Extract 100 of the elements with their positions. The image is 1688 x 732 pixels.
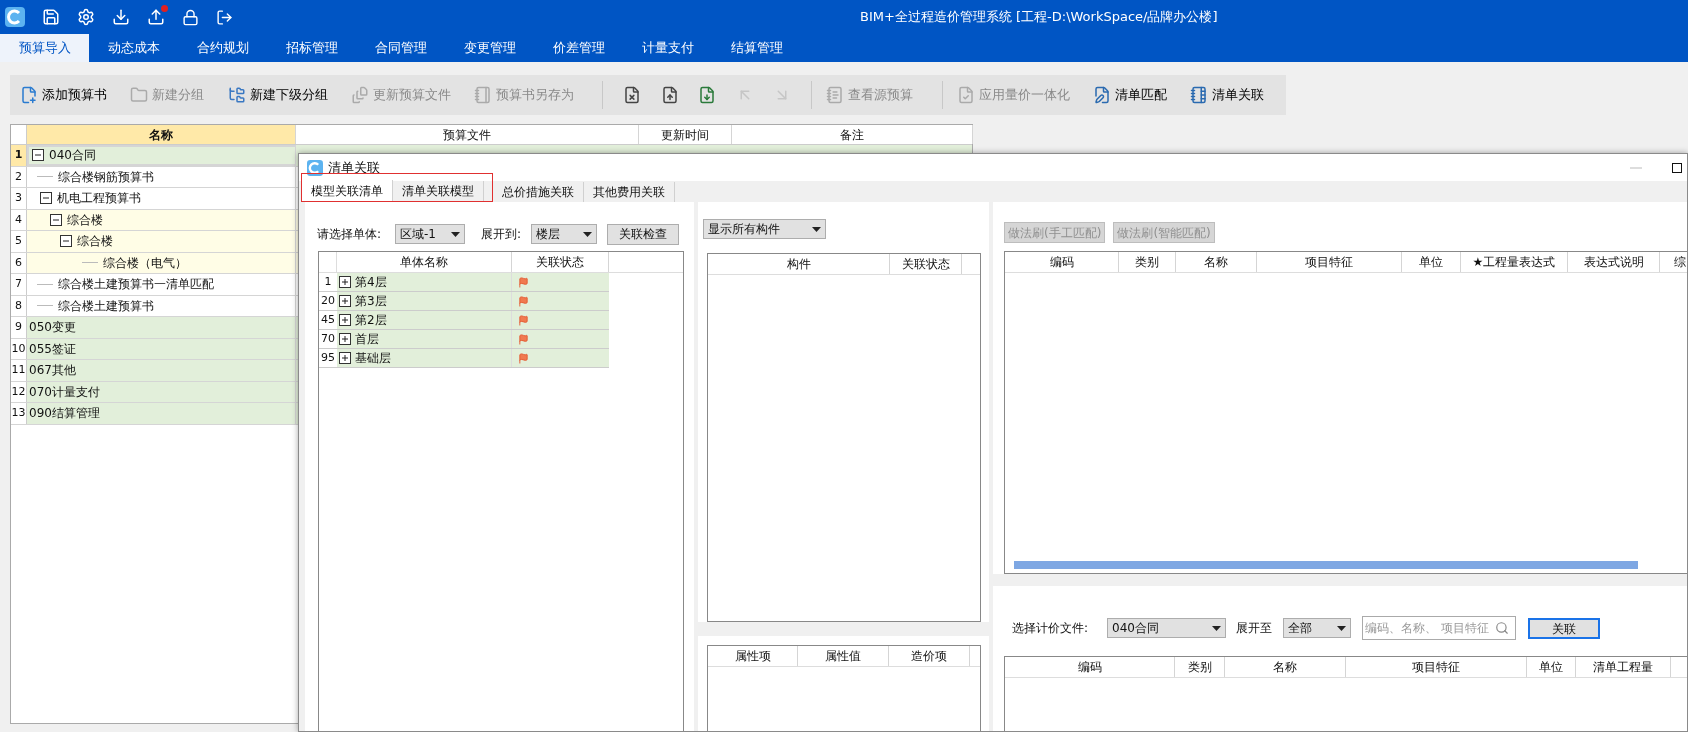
file-down-icon bbox=[698, 86, 717, 104]
tree-cell[interactable]: 050变更 bbox=[27, 317, 296, 338]
tree-label: 第3层 bbox=[355, 293, 387, 310]
toolbar-button[interactable]: 清单关联 bbox=[1185, 80, 1270, 110]
row-number: 11 bbox=[11, 360, 27, 381]
maximize-icon[interactable] bbox=[1672, 162, 1682, 173]
tree-cell[interactable]: 067其他 bbox=[27, 360, 296, 381]
dropdown[interactable]: 全部 bbox=[1283, 618, 1351, 638]
file-x-icon bbox=[623, 86, 642, 104]
tree-toggle[interactable] bbox=[339, 352, 351, 364]
menu-tab[interactable]: 合约规划 bbox=[178, 34, 267, 62]
menu-tab[interactable]: 预算导入 bbox=[0, 34, 89, 62]
upload-icon[interactable] bbox=[147, 8, 165, 26]
column-header: 属性值 bbox=[798, 646, 889, 666]
exit-icon[interactable] bbox=[216, 8, 233, 26]
caret-icon bbox=[1337, 625, 1346, 631]
tree-label: 070计量支付 bbox=[29, 383, 100, 401]
dialog-tab[interactable]: 模型关联清单 bbox=[302, 180, 393, 201]
file-check-icon bbox=[956, 86, 975, 104]
link-button[interactable]: 关联 bbox=[1528, 617, 1600, 639]
column-header: 项目特征 bbox=[1346, 657, 1527, 677]
row-number: 4 bbox=[11, 209, 27, 230]
folder-icon bbox=[129, 86, 148, 104]
tree-toggle[interactable] bbox=[339, 276, 351, 288]
notebook-icon bbox=[1189, 86, 1208, 104]
lock-icon[interactable] bbox=[182, 8, 199, 26]
row-number: 45 bbox=[319, 311, 337, 329]
menu-tab[interactable]: 价差管理 bbox=[534, 34, 623, 62]
row-number: 1 bbox=[11, 145, 27, 166]
plus-icon bbox=[341, 354, 349, 362]
tree-cell[interactable]: 070计量支付 bbox=[27, 381, 296, 402]
column-header: 名称 bbox=[27, 125, 296, 144]
row-number: 6 bbox=[11, 252, 27, 273]
menu-tab[interactable]: 结算管理 bbox=[712, 34, 801, 62]
dropdown[interactable]: 显示所有构件 bbox=[703, 219, 826, 239]
dropdown[interactable]: 楼层 bbox=[531, 224, 597, 244]
tree-toggle[interactable] bbox=[60, 235, 72, 248]
tree-toggle[interactable] bbox=[339, 295, 351, 307]
column-header: 类别 bbox=[1119, 252, 1176, 272]
tree-label: 综合楼 bbox=[77, 233, 113, 251]
menu-tab[interactable]: 动态成本 bbox=[89, 34, 178, 62]
menu-tab[interactable]: 合同管理 bbox=[356, 34, 445, 62]
tree-cell[interactable]: 综合楼钢筋预算书 bbox=[27, 166, 296, 187]
tree-label: 综合楼 bbox=[67, 211, 103, 229]
dropdown[interactable]: 040合同 bbox=[1107, 618, 1226, 638]
app-logo-icon bbox=[5, 7, 25, 27]
tree-label: 第4层 bbox=[355, 274, 387, 291]
tree-cell[interactable]: 055签证 bbox=[27, 338, 296, 359]
column-header: 单体名称 bbox=[337, 252, 512, 272]
row-number: 20 bbox=[319, 292, 337, 310]
tree-label: 综合楼土建预算书一清单匹配 bbox=[58, 276, 214, 294]
tree-cell[interactable]: 综合楼土建预算书一清单匹配 bbox=[27, 274, 296, 295]
check-button[interactable]: 关联检查 bbox=[607, 223, 679, 245]
row-number: 95 bbox=[319, 349, 337, 367]
save-icon[interactable] bbox=[42, 8, 60, 26]
column-header: 备注 bbox=[732, 125, 973, 144]
tree-cell[interactable]: 综合楼（电气） bbox=[27, 252, 296, 273]
tree-cell[interactable]: 综合楼 bbox=[27, 231, 296, 252]
row-number: 5 bbox=[11, 231, 27, 252]
tree-cell[interactable]: 综合楼 bbox=[27, 209, 296, 230]
dropdown[interactable]: 区域-1 bbox=[395, 224, 465, 244]
tree-cell[interactable]: 090结算管理 bbox=[27, 403, 296, 424]
search-field[interactable]: 编码、名称、 项目特征 bbox=[1362, 616, 1516, 640]
tree-cell[interactable]: 机电工程预算书 bbox=[27, 188, 296, 209]
column-header: ★工程量表达式 bbox=[1461, 252, 1568, 272]
toolbar-button[interactable]: 清单匹配 bbox=[1088, 80, 1170, 110]
plus-icon bbox=[341, 316, 349, 324]
tree-label: 第2层 bbox=[355, 312, 387, 329]
tree-cell[interactable]: 040合同 bbox=[27, 145, 296, 166]
menu-tab[interactable]: 计量支付 bbox=[623, 34, 712, 62]
tree-label: 基础层 bbox=[355, 350, 391, 367]
tree-label: 067其他 bbox=[29, 362, 76, 380]
window-title: BIM+全过程造价管理系统 [工程-D:\WorkSpace/品牌办公楼] bbox=[860, 8, 1218, 27]
column-header: 类别 bbox=[1175, 657, 1225, 677]
notebook-icon bbox=[473, 86, 492, 104]
download-icon[interactable] bbox=[112, 8, 130, 26]
tree-label: 050变更 bbox=[29, 319, 76, 337]
column-header: 编码 bbox=[1005, 657, 1175, 677]
menu-tab[interactable]: 招标管理 bbox=[267, 34, 356, 62]
tree-label: 首层 bbox=[355, 331, 379, 348]
tree-cell[interactable]: 综合楼土建预算书 bbox=[27, 295, 296, 316]
column-header: 清单工程量 bbox=[1576, 657, 1671, 677]
tree-toggle[interactable] bbox=[32, 149, 44, 162]
settings-icon[interactable] bbox=[77, 8, 95, 26]
tree-toggle[interactable] bbox=[339, 314, 351, 326]
tree-toggle[interactable] bbox=[40, 192, 52, 205]
column-header: 关联状态 bbox=[890, 254, 962, 274]
menu-tab[interactable]: 变更管理 bbox=[445, 34, 534, 62]
scrollbar[interactable] bbox=[1014, 561, 1638, 569]
toolbar-button[interactable]: 新建下级分组 bbox=[223, 80, 331, 110]
row-number: 70 bbox=[319, 330, 337, 348]
tree-toggle[interactable] bbox=[339, 333, 351, 345]
column-header: 更新时间 bbox=[639, 125, 732, 144]
column-header: 构件 bbox=[708, 254, 890, 274]
column-header: 名称 bbox=[1225, 657, 1346, 677]
file-plus-icon bbox=[20, 86, 38, 104]
tree-label: 综合楼土建预算书 bbox=[58, 297, 154, 315]
toolbar-button[interactable]: 添加预算书 bbox=[16, 80, 110, 110]
field-label: 请选择单体: bbox=[317, 226, 383, 243]
tree-toggle[interactable] bbox=[50, 213, 62, 226]
